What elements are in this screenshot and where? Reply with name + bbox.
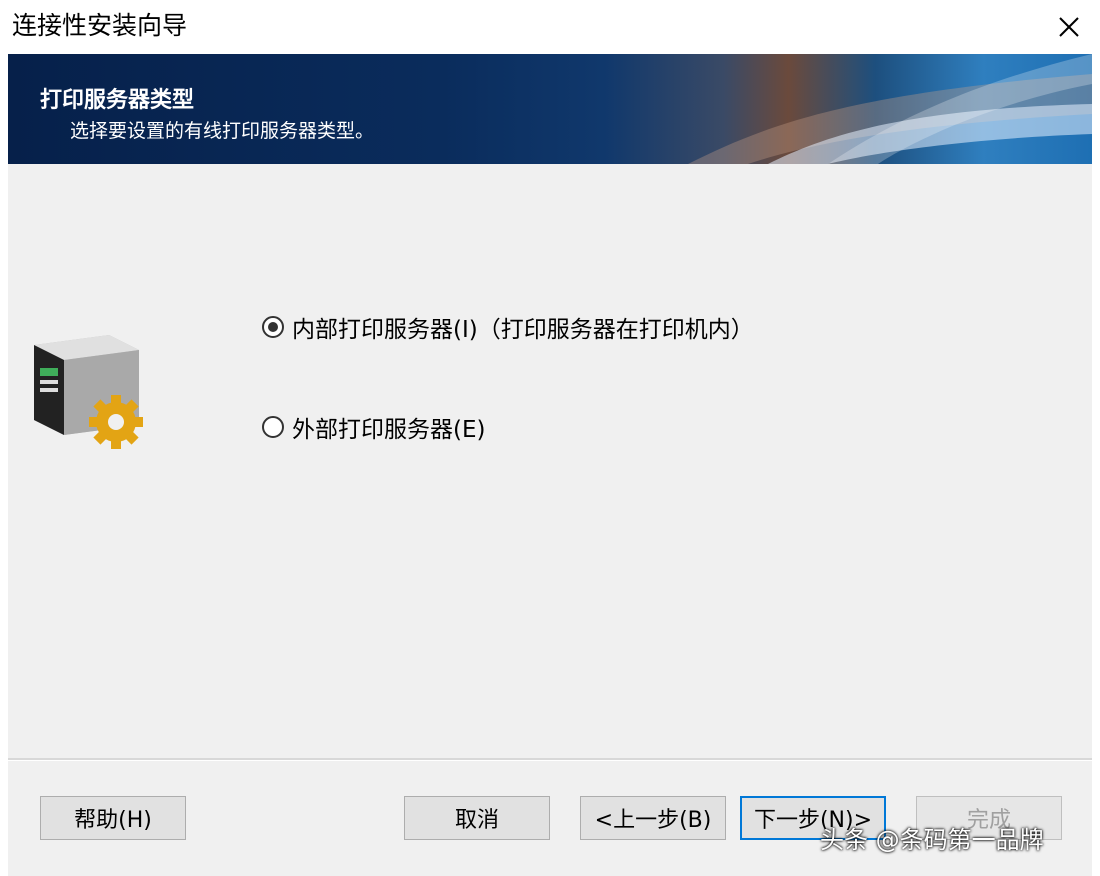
external-print-server-label: 外部打印服务器(E) [292,417,486,443]
page-subtitle: 选择要设置的有线打印服务器类型。 [70,120,375,142]
page-title: 打印服务器类型 [40,88,195,113]
back-button[interactable]: <上一步(B) [580,796,726,840]
help-button[interactable]: 帮助(H) [40,796,186,840]
internal-print-server-label: 内部打印服务器(I)（打印服务器在打印机内） [292,317,754,343]
window-title: 连接性安装向导 [12,11,188,40]
close-button[interactable] [1038,0,1100,54]
title-bar: 连接性安装向导 [0,0,1100,54]
radio-unselected-icon[interactable] [262,416,284,438]
window-edge [1092,54,1100,876]
radio-selected-icon[interactable] [262,316,284,338]
watermark-text: 头条 @条码第一品牌 [820,826,1044,854]
printer-gear-icon [24,330,154,459]
close-icon [1059,17,1079,37]
cancel-button[interactable]: 取消 [404,796,550,840]
external-print-server-option[interactable]: 外部打印服务器(E) [262,410,485,444]
wizard-window: 连接性安装向导 打印服务器类型 选择要设置的有线打印服务器类型。 内部打印服务器… [0,0,1100,876]
content-area [8,164,1092,758]
header-banner: 打印服务器类型 选择要设置的有线打印服务器类型。 [8,54,1092,164]
internal-print-server-option[interactable]: 内部打印服务器(I)（打印服务器在打印机内） [262,310,754,344]
